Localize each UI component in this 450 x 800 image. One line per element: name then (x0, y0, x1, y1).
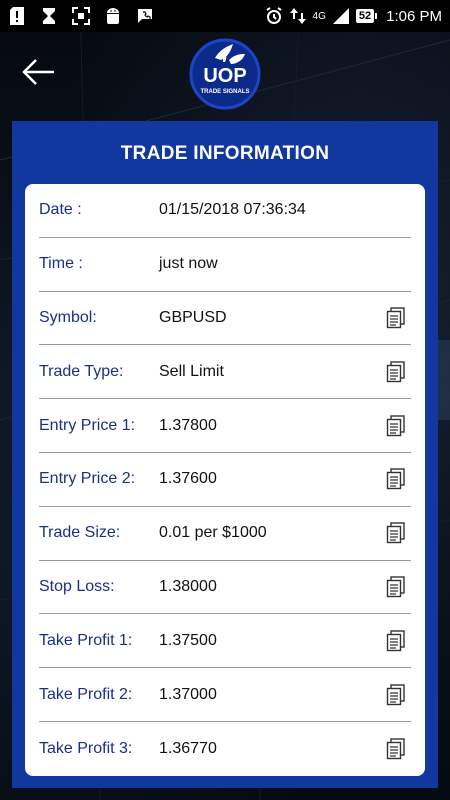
svg-text:TRADE SIGNALS: TRADE SIGNALS (200, 89, 249, 95)
screenshot-icon (72, 7, 90, 25)
row-label: Take Profit 2: (39, 685, 133, 703)
network-type-label: 4G (312, 10, 326, 22)
copy-icon[interactable] (385, 630, 407, 652)
copy-icon[interactable] (385, 522, 407, 544)
data-transfer-icon (289, 7, 307, 25)
signal-icon (332, 7, 350, 25)
info-row-take-profit-1: Take Profit 1: 1.37500 (39, 614, 411, 669)
panel-title: TRADE INFORMATION (120, 143, 330, 164)
row-label: Time : (39, 255, 83, 273)
info-row-stop-loss: Stop Loss: 1.38000 (39, 561, 411, 615)
row-value: 1.37800 (159, 416, 217, 434)
row-value: 1.37000 (159, 685, 217, 703)
info-row-take-profit-3: Take Profit 3: 1.36770 (39, 722, 411, 776)
row-value: Sell Limit (159, 362, 224, 380)
hourglass-icon (40, 7, 58, 25)
row-label: Take Profit 3: (39, 739, 133, 757)
row-value: 1.36770 (159, 739, 217, 757)
info-row-entry-price-1: Entry Price 1: 1.37800 (39, 399, 411, 453)
row-label: Symbol: (39, 308, 97, 326)
copy-icon[interactable] (385, 468, 407, 490)
copy-icon[interactable] (385, 361, 407, 383)
row-label: Trade Type: (39, 362, 124, 380)
info-row-trade-type: Trade Type: Sell Limit (39, 345, 411, 400)
info-row-take-profit-2: Take Profit 2: 1.37000 (39, 668, 411, 722)
row-label: Trade Size: (39, 524, 121, 542)
copy-icon[interactable] (385, 683, 407, 706)
arrow-left-icon (22, 59, 54, 85)
copy-icon[interactable] (385, 738, 407, 760)
status-bar: 4G 52 1:06 PM (0, 0, 450, 32)
info-row-symbol: Symbol: GBPUSD (39, 292, 411, 346)
status-time: 1:06 PM (386, 7, 442, 25)
info-row-entry-price-2: Entry Price 2: 1.37600 (39, 453, 411, 507)
row-label: Date : (39, 201, 82, 219)
alarm-icon (265, 7, 283, 25)
copy-icon[interactable] (385, 307, 407, 329)
trade-information-panel: TRADE INFORMATION Date : 01/15/2018 07:36… (12, 121, 438, 788)
copy-icon[interactable] (385, 576, 407, 598)
row-value: 1.37600 (159, 470, 217, 488)
svg-text:UOP: UOP (203, 65, 246, 87)
info-row-time: Time : just now (39, 238, 411, 292)
row-label: Stop Loss: (39, 577, 115, 595)
row-value: 1.37500 (159, 631, 217, 649)
info-row-trade-size: Trade Size: 0.01 per $1000 (39, 507, 411, 561)
info-row-date: Date : 01/15/2018 07:36:34 (39, 184, 411, 238)
row-value: just now (159, 255, 218, 273)
row-value: GBPUSD (159, 308, 227, 326)
trade-info-card: Date : 01/15/2018 07:36:34 Time : just now S… (25, 184, 425, 776)
row-value: 1.38000 (159, 577, 217, 595)
chat-phone-icon (136, 7, 154, 25)
row-value: 01/15/2018 07:36:34 (159, 201, 306, 219)
sd-card-alert-icon (8, 7, 26, 25)
app-logo: UOP TRADE SIGNALS (189, 38, 261, 110)
android-icon (104, 7, 122, 25)
copy-icon[interactable] (385, 414, 407, 437)
row-value: 0.01 per $1000 (159, 524, 267, 542)
battery-indicator: 52 (355, 9, 378, 23)
back-button[interactable] (18, 52, 58, 92)
row-label: Entry Price 1: (39, 416, 136, 434)
row-label: Entry Price 2: (39, 470, 136, 488)
row-label: Take Profit 1: (39, 631, 133, 649)
